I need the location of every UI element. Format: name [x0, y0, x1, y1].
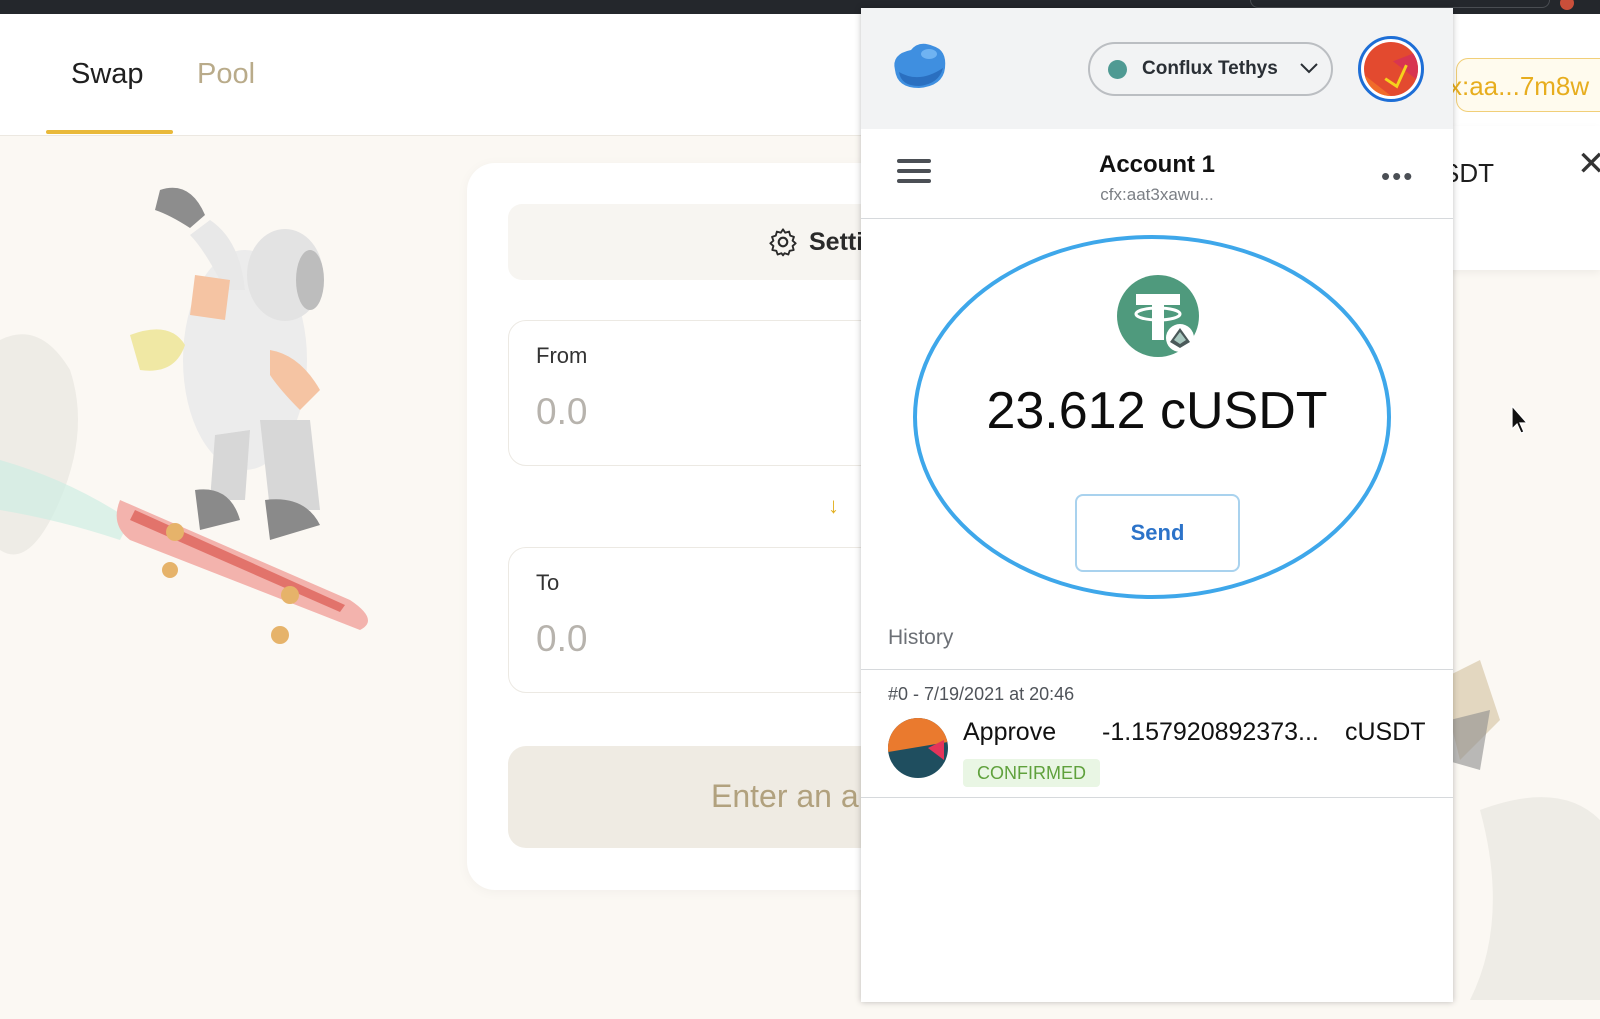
browser-address-bar[interactable] [1250, 0, 1550, 8]
account-address[interactable]: cfx:aat3xawu... [861, 185, 1453, 205]
transaction-symbol: cUSDT [1345, 718, 1426, 746]
gear-icon [769, 228, 797, 257]
chevron-down-icon [1300, 63, 1318, 74]
avatar-identicon-icon [1364, 42, 1418, 96]
network-label: Conflux Tethys [1142, 58, 1278, 79]
settings-label: Setti [809, 228, 864, 256]
tab-swap[interactable]: Swap [71, 58, 144, 91]
transaction-title: Approve [963, 718, 1057, 746]
more-options-icon[interactable]: ••• [1381, 161, 1414, 192]
from-label: From [536, 343, 588, 368]
token-balance-section: 23.612 cUSDT Send [861, 219, 1453, 608]
close-icon[interactable]: ✕ [1577, 144, 1600, 184]
transaction-date: #0 - 7/19/2021 at 20:46 [888, 684, 1075, 704]
network-selector[interactable]: Conflux Tethys [1088, 42, 1333, 96]
from-amount-input[interactable]: 0.0 [536, 391, 587, 433]
wallet-header: Conflux Tethys [861, 8, 1453, 129]
to-amount-input[interactable]: 0.0 [536, 618, 587, 660]
transaction-token-icon [888, 718, 948, 778]
network-status-dot [1108, 60, 1127, 79]
smoke-decoration [1440, 660, 1600, 1000]
active-tab-indicator [46, 130, 173, 134]
to-label: To [536, 570, 560, 595]
account-name[interactable]: Account 1 [861, 151, 1453, 179]
history-heading: History [888, 626, 954, 649]
wallet-popup: Conflux Tethys Account 1 cfx:aat3xawu...… [861, 8, 1453, 1002]
browser-extension-icon[interactable] [1560, 0, 1574, 10]
account-avatar[interactable] [1358, 36, 1424, 102]
connected-address-text: x:aa...7m8w [1449, 71, 1590, 101]
tab-pool[interactable]: Pool [197, 58, 255, 91]
send-label: Send [1130, 520, 1185, 545]
account-bar: Account 1 cfx:aat3xawu... ••• [861, 129, 1453, 219]
connected-address-chip[interactable]: x:aa...7m8w [1449, 58, 1600, 112]
token-balance: 23.612 cUSDT [986, 382, 1328, 440]
status-badge: CONFIRMED [963, 759, 1100, 787]
enter-amount-label: Enter an a [711, 778, 859, 814]
transaction-amount: -1.157920892373... [1102, 718, 1319, 746]
tether-icon [1117, 275, 1199, 357]
mouse-cursor-icon [1511, 405, 1529, 434]
astronaut-skateboard-illustration [0, 187, 369, 644]
swap-direction-arrow-icon[interactable]: ↓ [828, 493, 839, 519]
fluent-wallet-logo-icon [894, 43, 946, 88]
transaction-row[interactable]: #0 - 7/19/2021 at 20:46 Approve -1.15792… [861, 670, 1453, 798]
send-button[interactable]: Send [1075, 494, 1240, 572]
